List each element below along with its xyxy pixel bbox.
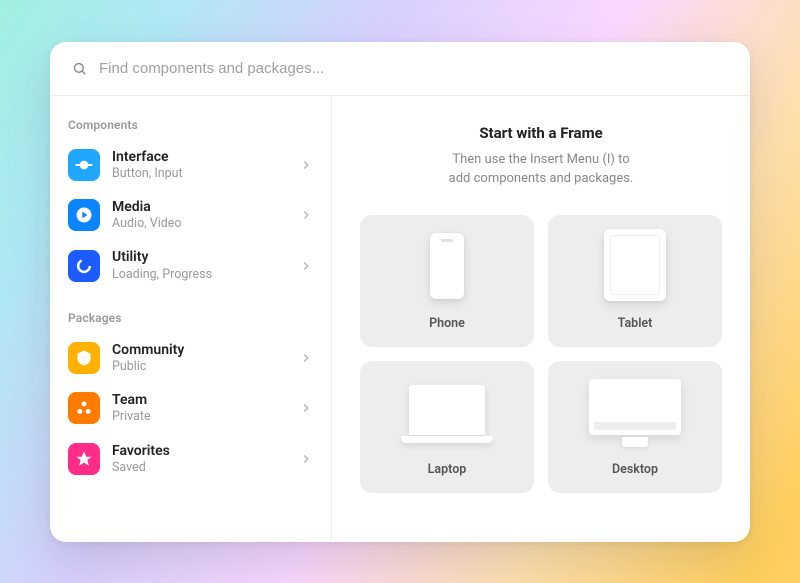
section-header-packages: Packages xyxy=(58,305,323,333)
item-subtitle: Loading, Progress xyxy=(112,267,287,283)
main-title: Start with a Frame xyxy=(479,124,602,142)
item-text: Community Public xyxy=(112,341,287,375)
phone-icon xyxy=(430,233,464,299)
main-subtitle-line1: Then use the Insert Menu (I) to xyxy=(452,152,629,167)
frame-grid: Phone Tablet Laptop Desktop xyxy=(360,215,722,493)
frame-label: Phone xyxy=(429,316,465,331)
sidebar-item-team[interactable]: Team Private xyxy=(58,383,323,433)
chevron-right-icon xyxy=(299,259,313,273)
team-icon xyxy=(68,392,100,424)
sidebar-item-favorites[interactable]: Favorites Saved xyxy=(58,434,323,484)
sidebar: Components Interface Button, Input Media… xyxy=(50,96,332,542)
item-subtitle: Button, Input xyxy=(112,166,287,182)
panel-body: Components Interface Button, Input Media… xyxy=(50,96,750,542)
main-subtitle: Then use the Insert Menu (I) to add comp… xyxy=(449,150,634,189)
item-title: Community xyxy=(112,341,287,359)
item-subtitle: Public xyxy=(112,359,287,375)
sidebar-item-media[interactable]: Media Audio, Video xyxy=(58,190,323,240)
media-icon xyxy=(68,199,100,231)
frame-label: Laptop xyxy=(428,462,467,477)
section-header-components: Components xyxy=(58,112,323,140)
item-subtitle: Private xyxy=(112,409,287,425)
item-title: Media xyxy=(112,198,287,216)
main-subtitle-line2: add components and packages. xyxy=(449,171,634,186)
desktop-icon xyxy=(589,379,681,443)
chevron-right-icon xyxy=(299,351,313,365)
item-title: Team xyxy=(112,391,287,409)
frame-label: Tablet xyxy=(618,316,653,331)
chevron-right-icon xyxy=(299,208,313,222)
laptop-icon xyxy=(401,385,493,443)
item-subtitle: Audio, Video xyxy=(112,216,287,232)
frame-option-phone[interactable]: Phone xyxy=(360,215,534,347)
main-area: Start with a Frame Then use the Insert M… xyxy=(332,96,750,542)
sidebar-item-utility[interactable]: Utility Loading, Progress xyxy=(58,240,323,290)
item-text: Team Private xyxy=(112,391,287,425)
sidebar-item-community[interactable]: Community Public xyxy=(58,333,323,383)
search-row xyxy=(50,42,750,96)
chevron-right-icon xyxy=(299,401,313,415)
favorites-icon xyxy=(68,443,100,475)
sidebar-item-interface[interactable]: Interface Button, Input xyxy=(58,140,323,190)
item-text: Favorites Saved xyxy=(112,442,287,476)
frame-option-tablet[interactable]: Tablet xyxy=(548,215,722,347)
insert-panel: Components Interface Button, Input Media… xyxy=(50,42,750,542)
item-text: Utility Loading, Progress xyxy=(112,248,287,282)
item-title: Utility xyxy=(112,248,287,266)
interface-icon xyxy=(68,149,100,181)
item-title: Favorites xyxy=(112,442,287,460)
community-icon xyxy=(68,342,100,374)
search-input[interactable] xyxy=(99,60,728,77)
item-text: Media Audio, Video xyxy=(112,198,287,232)
chevron-right-icon xyxy=(299,452,313,466)
search-icon xyxy=(72,61,87,76)
frame-option-laptop[interactable]: Laptop xyxy=(360,361,534,493)
item-subtitle: Saved xyxy=(112,460,287,476)
chevron-right-icon xyxy=(299,158,313,172)
utility-icon xyxy=(68,250,100,282)
item-title: Interface xyxy=(112,148,287,166)
item-text: Interface Button, Input xyxy=(112,148,287,182)
frame-option-desktop[interactable]: Desktop xyxy=(548,361,722,493)
frame-label: Desktop xyxy=(612,462,658,477)
tablet-icon xyxy=(604,229,666,301)
